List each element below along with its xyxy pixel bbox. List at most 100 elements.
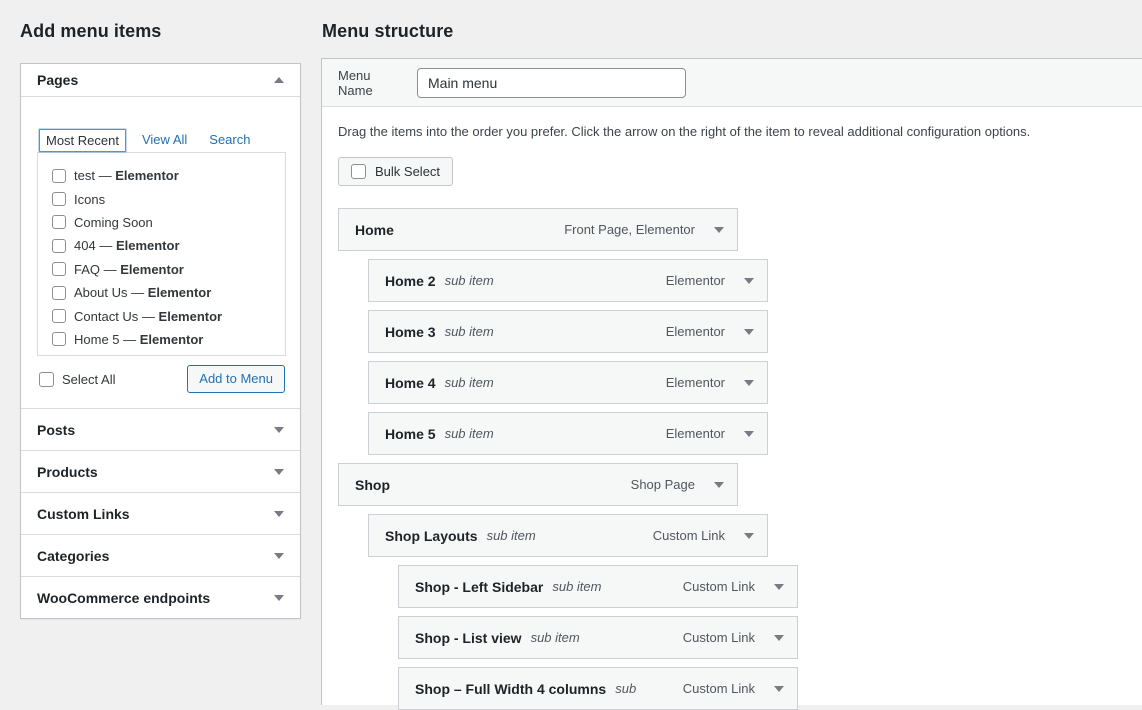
menu-item-title: Shop Layouts xyxy=(385,528,478,544)
select-all-label: Select All xyxy=(62,372,115,387)
pages-section-header[interactable]: Pages xyxy=(21,64,300,97)
expand-arrow-icon[interactable] xyxy=(774,635,784,641)
page-list-item: 404 — Elementor xyxy=(52,234,285,257)
page-item-checkbox[interactable] xyxy=(52,239,66,253)
collapse-up-arrow-icon[interactable] xyxy=(274,77,284,83)
page-item-checkbox[interactable] xyxy=(52,215,66,229)
chevron-down-icon[interactable] xyxy=(274,427,284,433)
page-list-item: Home 5 — Elementor xyxy=(52,328,285,351)
menu-item-title: Shop - Left Sidebar xyxy=(415,579,543,595)
pages-tabs: Most Recent View All Search xyxy=(39,127,286,152)
menu-item-title: Shop - List view xyxy=(415,630,522,646)
page-item-label: Home 5 — Elementor xyxy=(74,332,203,347)
page-item-checkbox[interactable] xyxy=(52,309,66,323)
menu-name-label: Menu Name xyxy=(338,68,408,98)
expand-arrow-icon[interactable] xyxy=(774,584,784,590)
menu-item-home-4[interactable]: Home 4sub itemElementor xyxy=(368,361,768,404)
sidebar-section-products[interactable]: Products xyxy=(21,450,300,492)
sidebar-section-categories[interactable]: Categories xyxy=(21,534,300,576)
page-item-label: About Us — Elementor xyxy=(74,285,211,300)
expand-arrow-icon[interactable] xyxy=(744,533,754,539)
section-title: Posts xyxy=(37,422,75,438)
section-title: Products xyxy=(37,464,98,480)
page-item-label: FAQ — Elementor xyxy=(74,262,184,277)
menu-item-type-label: Elementor xyxy=(666,324,725,339)
section-title: WooCommerce endpoints xyxy=(37,590,210,606)
bulk-select-label: Bulk Select xyxy=(375,164,440,179)
chevron-down-icon[interactable] xyxy=(274,553,284,559)
tab-most-recent[interactable]: Most Recent xyxy=(39,129,126,152)
menu-item-shop-list-view[interactable]: Shop - List viewsub itemCustom Link xyxy=(398,616,798,659)
chevron-down-icon[interactable] xyxy=(274,469,284,475)
page-item-checkbox[interactable] xyxy=(52,262,66,276)
menu-item-home-2[interactable]: Home 2sub itemElementor xyxy=(368,259,768,302)
expand-arrow-icon[interactable] xyxy=(744,329,754,335)
section-title: Custom Links xyxy=(37,506,130,522)
pages-checkbox-list: test — ElementorIconsComing Soon404 — El… xyxy=(52,164,285,351)
bulk-select-button[interactable]: Bulk Select xyxy=(338,157,453,186)
page-item-label-bold: Elementor xyxy=(120,262,184,277)
menu-item-title: Home 5 xyxy=(385,426,436,442)
add-to-menu-button[interactable]: Add to Menu xyxy=(187,365,285,393)
menu-structure-title: Menu structure xyxy=(322,21,453,42)
menu-items-list: HomeFront Page, Elementor Home 2 sub item E… xyxy=(338,208,1126,710)
page-list-item: FAQ — Elementor xyxy=(52,258,285,281)
expand-arrow-icon[interactable] xyxy=(744,380,754,386)
menu-item-home-3[interactable]: Home 3 sub item Elementor xyxy=(368,310,768,353)
menu-name-bar: Menu Name xyxy=(322,59,1142,107)
page-item-checkbox[interactable] xyxy=(52,286,66,300)
page-item-label-bold: Elementor xyxy=(140,332,204,347)
menu-name-input[interactable] xyxy=(417,68,686,98)
expand-arrow-icon[interactable] xyxy=(714,482,724,488)
expand-arrow-icon[interactable] xyxy=(774,686,784,692)
pages-tab-panel: test — ElementorIconsComing Soon404 — El… xyxy=(37,152,286,356)
select-all-checkbox[interactable] xyxy=(39,372,54,387)
page-list-item: Contact Us — Elementor xyxy=(52,304,285,327)
page-item-label: Coming Soon xyxy=(74,215,153,230)
sidebar-section-posts[interactable]: Posts xyxy=(21,408,300,450)
sidebar-section-custom-links[interactable]: Custom Links xyxy=(21,492,300,534)
expand-arrow-icon[interactable] xyxy=(744,431,754,437)
menu-item-sub-label: sub item xyxy=(445,273,494,288)
menu-structure-panel: Menu Name Drag the items into the order … xyxy=(321,58,1142,705)
chevron-down-icon[interactable] xyxy=(274,511,284,517)
menu-item-sub-label: sub item xyxy=(445,426,494,441)
menu-item-shop-left-sidebar[interactable]: Shop - Left Sidebar sub item Custom Link xyxy=(398,565,798,608)
page-item-label: 404 — Elementor xyxy=(74,238,180,253)
page-item-label: Contact Us — Elementor xyxy=(74,309,222,324)
page-item-label-bold: Elementor xyxy=(159,309,223,324)
menu-item-title: Shop – Full Width 4 columns xyxy=(415,681,606,697)
menu-item-shop-full-width-4-columns[interactable]: Shop – Full Width 4 columnssubCustom Lin… xyxy=(398,667,798,710)
expand-arrow-icon[interactable] xyxy=(744,278,754,284)
menu-item-type-label: Custom Link xyxy=(683,630,755,645)
page-item-label: test — Elementor xyxy=(74,168,179,183)
bulk-select-checkbox[interactable] xyxy=(351,164,366,179)
menu-item-home-5[interactable]: Home 5sub itemElementor xyxy=(368,412,768,455)
menu-item-shop[interactable]: ShopShop Page xyxy=(338,463,738,506)
page-item-checkbox[interactable] xyxy=(52,169,66,183)
menu-item-home[interactable]: HomeFront Page, Elementor xyxy=(338,208,738,251)
menu-item-shop-layouts[interactable]: Shop Layoutssub itemCustom Link xyxy=(368,514,768,557)
tab-view-all[interactable]: View All xyxy=(136,129,193,150)
menu-item-title: Home 2 xyxy=(385,273,436,289)
expand-arrow-icon[interactable] xyxy=(714,227,724,233)
page-list-item: About Us — Elementor xyxy=(52,281,285,304)
menu-item-sub-label: sub item xyxy=(445,324,494,339)
page-item-checkbox[interactable] xyxy=(52,192,66,206)
menu-item-title: Home 3 xyxy=(385,324,436,340)
add-menu-items-panel: Pages Most Recent View All Search test — E… xyxy=(20,63,301,619)
select-all-row: Select All Add to Menu xyxy=(37,365,286,393)
drag-instructions: Drag the items into the order you prefer… xyxy=(338,124,1126,140)
menu-structure-body: Drag the items into the order you prefer… xyxy=(322,107,1142,710)
section-title: Categories xyxy=(37,548,109,564)
sidebar-section-woocommerce-endpoints[interactable]: WooCommerce endpoints xyxy=(21,576,300,618)
menu-item-title: Home 4 xyxy=(385,375,436,391)
menu-item-sub-label: sub item xyxy=(552,579,601,594)
pages-section-title: Pages xyxy=(37,72,78,88)
menu-item-type-label: Custom Link xyxy=(683,579,755,594)
chevron-down-icon[interactable] xyxy=(274,595,284,601)
page-item-checkbox[interactable] xyxy=(52,332,66,346)
menu-item-sub-label: sub item xyxy=(487,528,536,543)
menu-item-type-label: Front Page, Elementor xyxy=(564,222,695,237)
tab-search[interactable]: Search xyxy=(203,129,256,150)
